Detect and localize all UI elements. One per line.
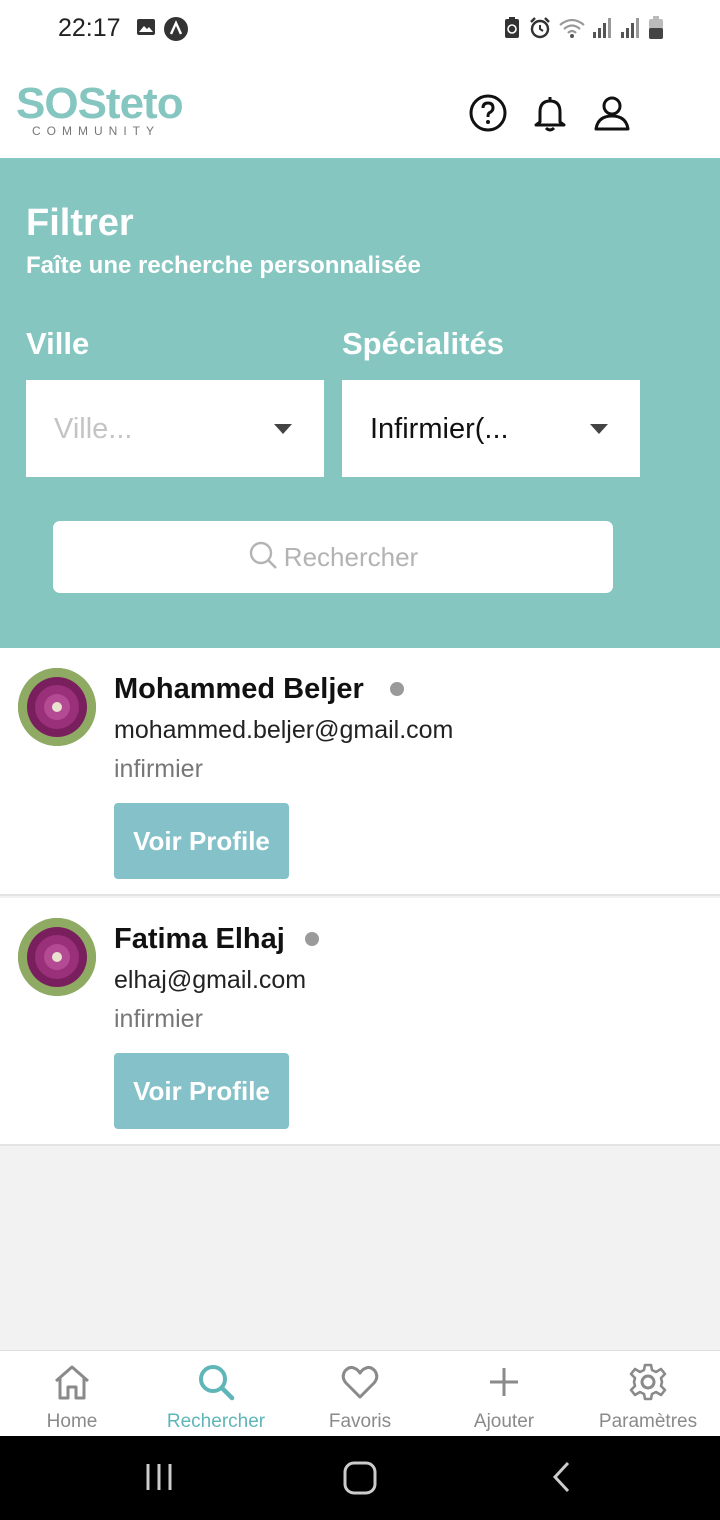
home-icon	[51, 1361, 93, 1403]
status-bar: 22:17	[0, 0, 720, 60]
chevron-down-icon	[590, 424, 608, 434]
view-profile-button[interactable]: Voir Profile	[114, 1053, 289, 1129]
tab-label: Rechercher	[166, 1411, 266, 1432]
result-card: Mohammed Beljer mohammed.beljer@gmail.co…	[0, 648, 720, 896]
tab-favoris[interactable]: Favoris	[288, 1351, 432, 1436]
search-button-label: Rechercher	[283, 541, 419, 572]
tab-ajouter[interactable]: Ajouter	[432, 1351, 576, 1436]
chevron-down-icon	[274, 424, 292, 434]
tab-home[interactable]: Home	[0, 1351, 144, 1436]
status-time: 22:17	[58, 14, 121, 42]
search-button[interactable]: Rechercher	[53, 521, 613, 593]
tab-label: Favoris	[328, 1411, 392, 1432]
tab-label: Home	[46, 1411, 98, 1432]
wifi-icon	[558, 17, 586, 44]
person-name: Mohammed Beljer	[114, 673, 364, 705]
signal-icon-2	[620, 17, 642, 44]
city-label: Ville	[26, 326, 90, 361]
app-header: SOSteto COMMUNITY	[0, 60, 720, 158]
app-notification-icon	[163, 16, 189, 47]
person-email: mohammed.beljer@gmail.com	[114, 716, 454, 744]
help-icon[interactable]	[468, 93, 508, 133]
status-dot	[390, 682, 404, 696]
search-icon	[195, 1361, 237, 1403]
recent-apps-button[interactable]	[144, 1460, 174, 1499]
signal-icon-1	[592, 17, 614, 44]
view-profile-button[interactable]: Voir Profile	[114, 803, 289, 879]
filter-title: Filtrer	[26, 202, 134, 244]
gallery-notification-icon	[135, 16, 157, 47]
sosteto-logo: SOSteto COMMUNITY	[16, 79, 184, 139]
tab-rechercher[interactable]: Rechercher	[144, 1351, 288, 1436]
specialty-label: Spécialités	[342, 326, 504, 361]
person-role: infirmier	[114, 755, 203, 783]
gear-icon	[627, 1361, 669, 1403]
tab-label: Ajouter	[473, 1411, 535, 1432]
tab-parametres[interactable]: Paramètres	[576, 1351, 720, 1436]
city-select[interactable]: Ville...	[26, 380, 324, 477]
bottom-tab-bar: Home Rechercher Favoris Ajouter Paramètr…	[0, 1350, 720, 1436]
result-card: Fatima Elhaj elhaj@gmail.com infirmier V…	[0, 898, 720, 1146]
battery-saver-icon	[502, 16, 522, 45]
back-button[interactable]	[550, 1460, 574, 1499]
filter-subtitle: Faîte une recherche personnalisée	[26, 252, 421, 279]
filter-panel: Filtrer Faîte une recherche personnalisé…	[0, 158, 720, 648]
specialty-select[interactable]: Infirmier(...	[342, 380, 640, 477]
alarm-icon	[528, 16, 552, 45]
city-placeholder: Ville...	[54, 413, 133, 445]
heart-icon	[339, 1361, 381, 1403]
user-icon[interactable]	[592, 93, 632, 133]
battery-icon	[648, 16, 664, 45]
avatar	[18, 918, 96, 996]
person-role: infirmier	[114, 1005, 203, 1033]
home-button[interactable]	[342, 1460, 378, 1501]
search-icon	[248, 540, 278, 575]
system-nav-bar	[0, 1436, 720, 1520]
plus-icon	[483, 1361, 525, 1403]
person-name: Fatima Elhaj	[114, 923, 285, 955]
status-dot	[305, 932, 319, 946]
bell-icon[interactable]	[530, 93, 570, 133]
tab-label: Paramètres	[598, 1411, 698, 1432]
person-email: elhaj@gmail.com	[114, 966, 307, 994]
avatar	[18, 668, 96, 746]
specialty-value: Infirmier(...	[370, 413, 509, 445]
